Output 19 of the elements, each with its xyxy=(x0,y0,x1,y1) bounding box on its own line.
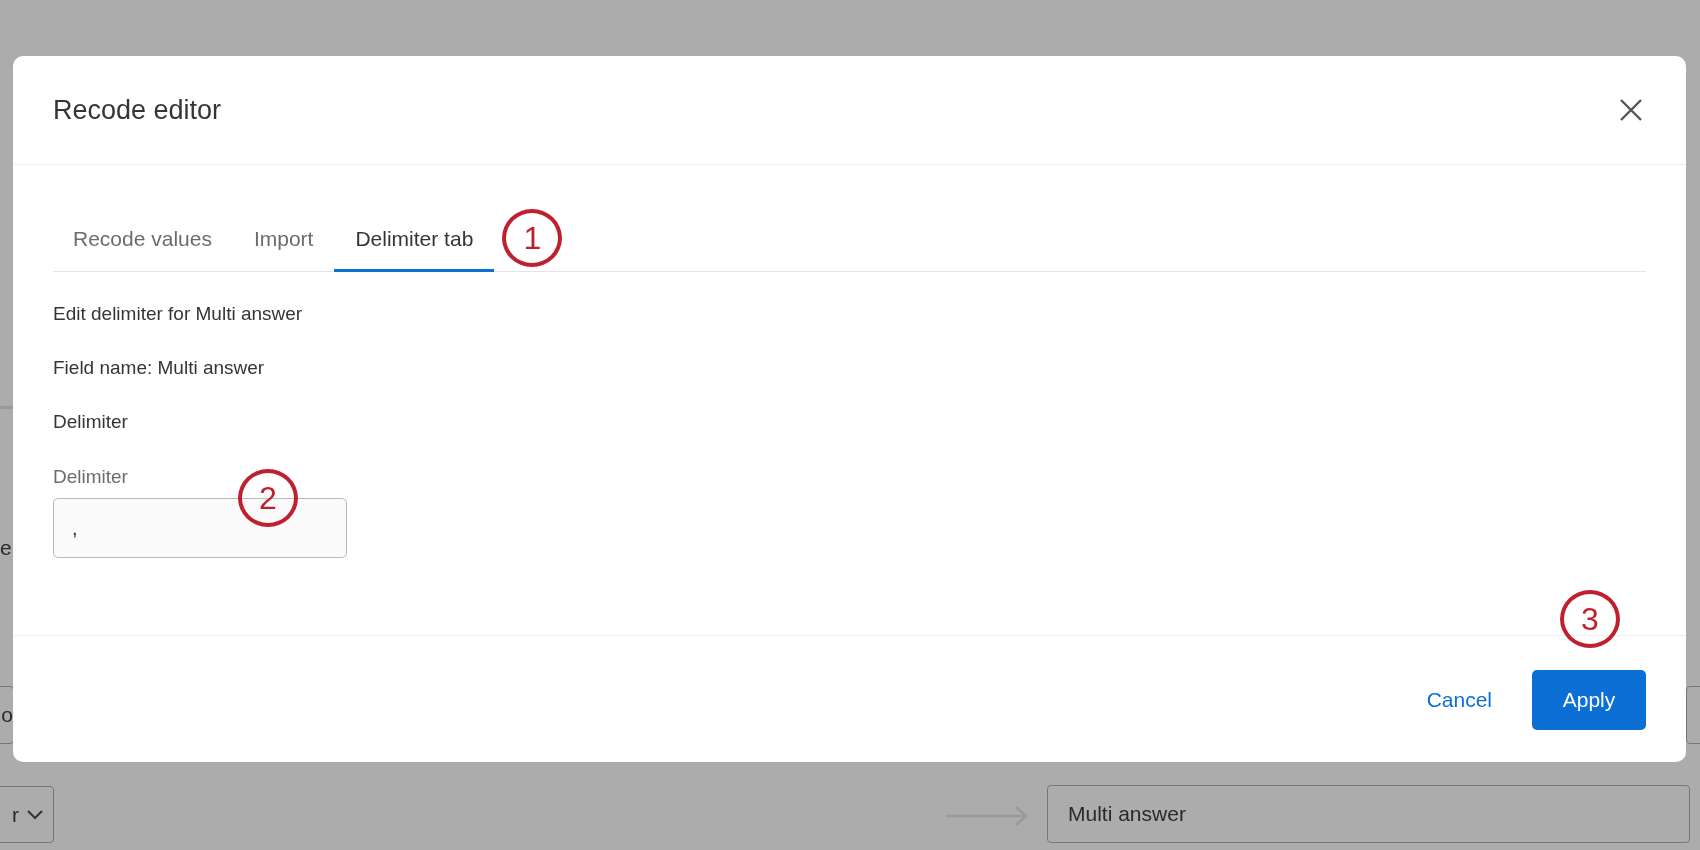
partial-dropdown[interactable]: r xyxy=(0,786,54,843)
body-text: Field name: Multi answer xyxy=(53,356,266,380)
target-field[interactable]: Multi answer xyxy=(1047,785,1690,843)
callout-marker: 3 xyxy=(1560,590,1620,648)
tab[interactable]: Import xyxy=(232,209,335,272)
field-label: Delimiter xyxy=(53,466,129,488)
cancel-button[interactable]: Cancel xyxy=(1426,670,1492,730)
callout-marker: 1 xyxy=(502,209,563,267)
dropdown-text: r xyxy=(12,802,19,827)
tab[interactable]: Recode values xyxy=(53,209,233,272)
apply-button[interactable]: Apply xyxy=(1532,670,1646,730)
tab[interactable]: Delimiter tab xyxy=(334,209,495,272)
close-button[interactable] xyxy=(1618,97,1644,123)
dialog-title: Recode editor xyxy=(53,94,222,126)
body-text: Delimiter xyxy=(53,410,129,434)
body-text: Edit delimiter for Multi answer xyxy=(53,302,304,326)
chevron-down-icon xyxy=(27,809,43,820)
partial-text: e xyxy=(0,536,12,560)
callout-marker: 2 xyxy=(238,469,298,527)
